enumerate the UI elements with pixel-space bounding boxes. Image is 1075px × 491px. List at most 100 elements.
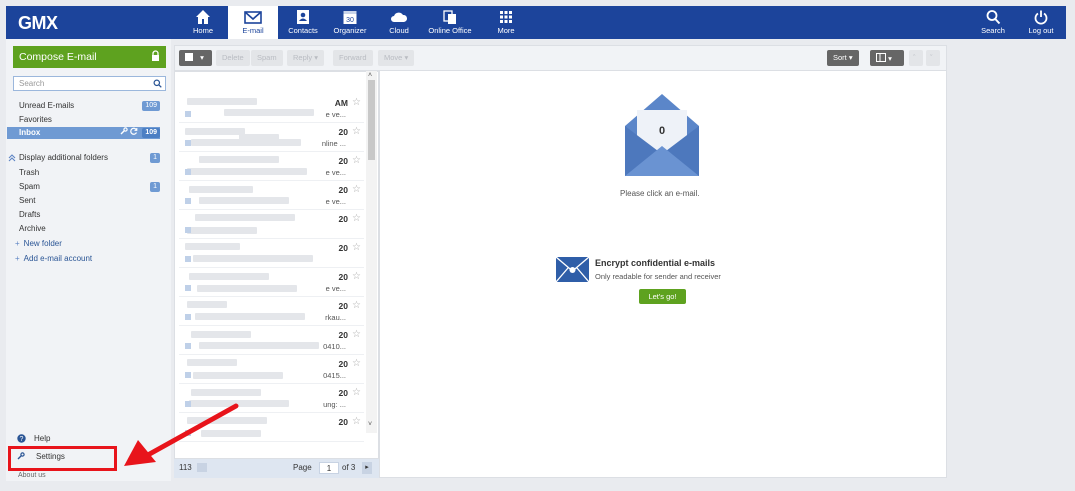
- help-link[interactable]: ? Help: [17, 434, 50, 443]
- mail-list-item[interactable]: 20 ☆: [179, 240, 364, 268]
- refresh-icon[interactable]: [130, 127, 138, 135]
- calendar-icon: 30: [343, 11, 357, 24]
- next-page-icon[interactable]: ▸: [362, 462, 372, 474]
- mail-list-item[interactable]: 20 ☆: [179, 211, 364, 239]
- help-icon: ?: [17, 434, 26, 443]
- lets-go-button[interactable]: Let's go!: [639, 289, 686, 304]
- scroll-up-icon[interactable]: ˄: [368, 72, 372, 79]
- plus-icon: +: [15, 254, 20, 263]
- mail-time: 20: [338, 388, 348, 398]
- nav-home[interactable]: Home: [178, 6, 228, 39]
- star-icon[interactable]: ☆: [352, 213, 361, 224]
- mail-time: 20: [338, 127, 348, 137]
- new-folder-link[interactable]: + New folder: [15, 239, 62, 248]
- chevron-down-icon: ˇ: [930, 53, 933, 62]
- sort-button[interactable]: Sort ▾: [827, 50, 859, 66]
- next-mail-button[interactable]: ˇ: [926, 50, 940, 66]
- mail-time: 20: [338, 417, 348, 427]
- svg-text:?: ?: [20, 436, 24, 443]
- folder-archive[interactable]: Archive: [7, 223, 160, 235]
- nav-cloud[interactable]: Cloud: [374, 6, 424, 39]
- mail-snippet: e ve...: [325, 284, 346, 293]
- mail-select-checkbox[interactable]: [185, 140, 191, 146]
- mail-select-checkbox[interactable]: [185, 169, 191, 175]
- reply-button[interactable]: Reply ▾: [287, 50, 325, 66]
- star-icon[interactable]: ☆: [352, 126, 361, 137]
- star-icon[interactable]: ☆: [352, 387, 361, 398]
- mail-list-item[interactable]: 20 0410... ☆: [179, 327, 364, 355]
- mail-list-item[interactable]: 20 e ve... ☆: [179, 153, 364, 181]
- folder-unread[interactable]: Unread E-mails 109: [7, 100, 160, 112]
- nav-email[interactable]: E-mail: [228, 6, 278, 39]
- mail-select-checkbox[interactable]: [185, 343, 191, 349]
- add-account-link[interactable]: + Add e-mail account: [15, 254, 92, 263]
- mail-time: AM: [334, 98, 348, 108]
- mail-snippet: e ve...: [325, 110, 346, 119]
- redacted-text: [195, 313, 305, 320]
- delete-button[interactable]: Delete: [216, 50, 250, 66]
- nav-contacts[interactable]: Contacts: [278, 6, 328, 39]
- mail-snippet: rkau...: [325, 313, 346, 322]
- redacted-text: [195, 214, 295, 221]
- star-icon[interactable]: ☆: [352, 416, 361, 427]
- star-icon[interactable]: ☆: [352, 97, 361, 108]
- mail-select-checkbox[interactable]: [185, 111, 191, 117]
- layout-button[interactable]: ▾: [870, 50, 904, 66]
- mail-list-item[interactable]: 20 0415... ☆: [179, 356, 364, 384]
- nav-online-office[interactable]: Online Office: [419, 6, 481, 39]
- mail-list-scroll-thumb[interactable]: [368, 80, 375, 160]
- page-input[interactable]: 1: [319, 462, 339, 474]
- mail-select-checkbox[interactable]: [185, 227, 191, 233]
- mail-select-checkbox[interactable]: [185, 372, 191, 378]
- redacted-text: [189, 186, 253, 193]
- mail-time: 20: [338, 156, 348, 166]
- scroll-down-icon[interactable]: ˅: [368, 421, 372, 428]
- forward-button[interactable]: Forward: [333, 50, 373, 66]
- spam-button[interactable]: Spam: [251, 50, 283, 66]
- star-icon[interactable]: ☆: [352, 184, 361, 195]
- star-icon[interactable]: ☆: [352, 271, 361, 282]
- gmx-logo[interactable]: GMX: [18, 13, 58, 34]
- nav-search[interactable]: Search: [968, 6, 1018, 39]
- prev-mail-button[interactable]: ˆ: [909, 50, 923, 66]
- star-icon[interactable]: ☆: [352, 329, 361, 340]
- folder-inbox[interactable]: Inbox 109: [7, 127, 160, 139]
- mail-list-item[interactable]: 20 rkau... ☆: [179, 298, 364, 326]
- star-icon[interactable]: ☆: [352, 242, 361, 253]
- page-of-label: of 3: [342, 463, 356, 472]
- mail-select-checkbox[interactable]: [185, 256, 191, 262]
- redacted-text: [191, 331, 251, 338]
- display-additional-folders[interactable]: Display additional folders 1: [7, 152, 160, 164]
- chevron-up-icon: ˆ: [913, 53, 916, 62]
- nav-more[interactable]: More: [481, 6, 531, 39]
- star-icon[interactable]: ☆: [352, 300, 361, 311]
- nav-organizer[interactable]: 30 Organizer: [325, 6, 375, 39]
- folder-drafts[interactable]: Drafts: [7, 209, 160, 221]
- folder-sent[interactable]: Sent: [7, 195, 160, 207]
- folder-trash[interactable]: Trash: [7, 167, 160, 179]
- mail-time: 20: [338, 359, 348, 369]
- folder-favorites[interactable]: Favorites: [7, 114, 160, 126]
- mail-select-checkbox[interactable]: [185, 198, 191, 204]
- mail-select-checkbox[interactable]: [185, 314, 191, 320]
- select-dropdown[interactable]: ▾: [179, 50, 212, 66]
- nav-logout[interactable]: Log out: [1016, 6, 1066, 39]
- mail-list-item[interactable]: 20 nline ... ☆: [179, 124, 364, 152]
- layout-icon: [876, 53, 886, 62]
- mail-list-item[interactable]: 20 e ve... ☆: [179, 182, 364, 210]
- about-link[interactable]: About us: [18, 472, 46, 479]
- star-icon[interactable]: ☆: [352, 155, 361, 166]
- mail-select-checkbox[interactable]: [185, 285, 191, 291]
- redacted-text: [187, 227, 257, 234]
- compose-email-button[interactable]: Compose E-mail: [13, 46, 166, 68]
- move-button[interactable]: Move ▾: [378, 50, 415, 66]
- mail-list-item[interactable]: 20 e ve... ☆: [179, 269, 364, 297]
- folder-spam[interactable]: Spam 1: [7, 181, 160, 193]
- spam-count-badge: 1: [150, 182, 160, 192]
- search-input[interactable]: Search: [13, 76, 166, 91]
- home-icon: [196, 10, 210, 24]
- star-icon[interactable]: ☆: [352, 358, 361, 369]
- wrench-icon[interactable]: [120, 127, 128, 135]
- mail-snippet: ung: ...: [323, 400, 346, 409]
- mail-list-item[interactable]: AM e ve... ☆: [179, 95, 364, 123]
